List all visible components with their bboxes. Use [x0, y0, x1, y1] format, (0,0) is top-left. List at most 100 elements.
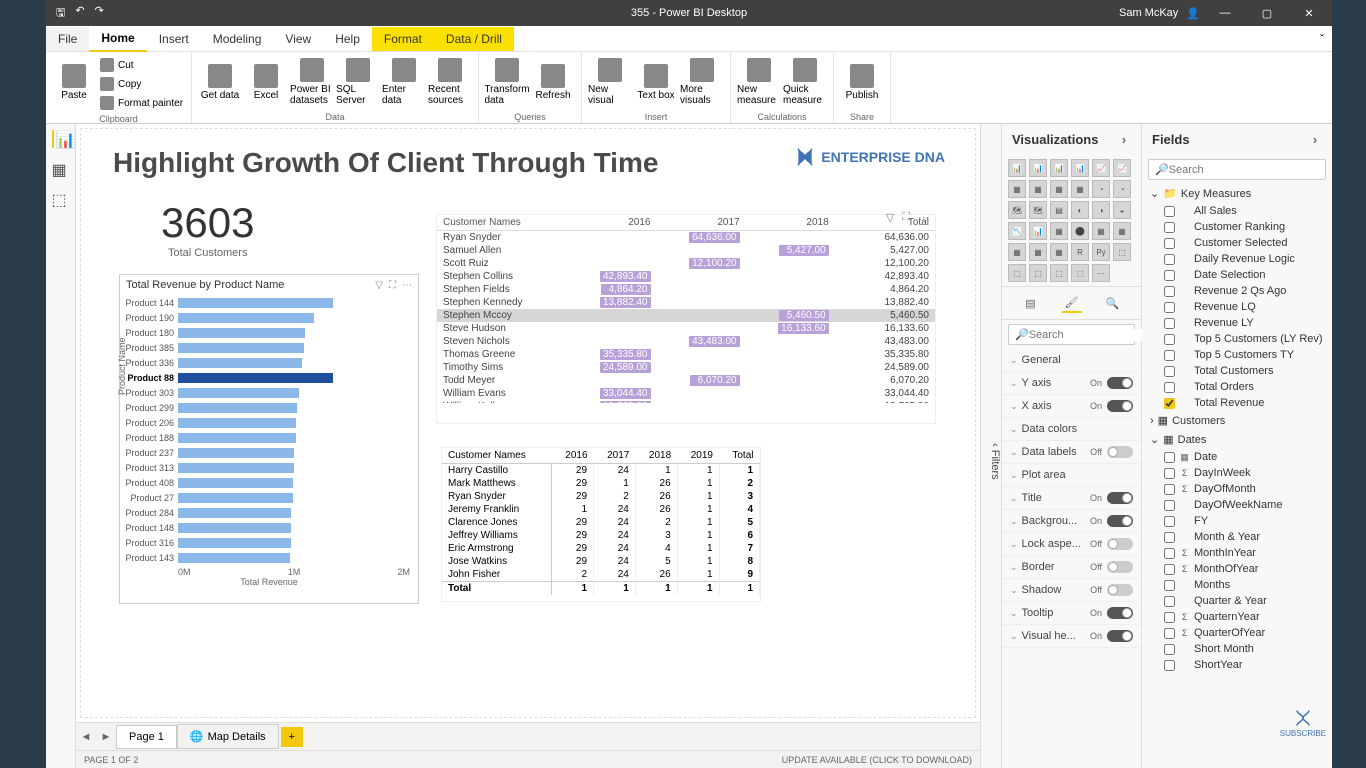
bar-row[interactable]: Product 284 — [178, 505, 410, 520]
table-row[interactable]: Todd Meyer6,070.206,070.20 — [437, 374, 935, 387]
field-total-orders[interactable]: Total Orders — [1142, 379, 1332, 395]
more-icon[interactable]: ⋯ — [402, 280, 412, 291]
paste-button[interactable]: Paste — [52, 54, 96, 110]
chevron-right-icon[interactable]: › — [1117, 132, 1131, 147]
page-tab-2[interactable]: 🌐Map Details — [177, 724, 279, 749]
tab-datadrill[interactable]: Data / Drill — [434, 27, 514, 51]
field-table-dates[interactable]: ⌄▦Dates — [1142, 430, 1332, 449]
table-row[interactable]: Thomas Greene35,335.8035,335.80 — [437, 348, 935, 361]
table-row[interactable]: Stephen Mccoy5,460.505,460.50 — [437, 309, 935, 322]
toggle-yaxis[interactable] — [1107, 377, 1133, 389]
focus-icon[interactable]: ⛶ — [389, 280, 396, 291]
col-header[interactable]: 2017 — [657, 215, 746, 231]
table-row[interactable]: Stephen Kennedy13,882.4013,882.40 — [437, 296, 935, 309]
focus-icon[interactable]: ⛶ — [902, 211, 910, 224]
viz-type-33[interactable]: ⬚ — [1071, 264, 1089, 282]
sql-server-button[interactable]: SQL Server — [336, 54, 380, 110]
table-row[interactable]: Stephen Fields4,864.204,864.20 — [437, 283, 935, 296]
field-checkbox[interactable] — [1164, 612, 1175, 623]
viz-type-1[interactable]: 📊 — [1029, 159, 1047, 177]
add-page-button[interactable]: + — [281, 727, 303, 747]
toggle-xaxis[interactable] — [1107, 400, 1133, 412]
viz-type-4[interactable]: 📈 — [1092, 159, 1110, 177]
undo-icon[interactable]: ↶ — [75, 4, 84, 23]
col-header[interactable]: 2018 — [746, 215, 835, 231]
bar-row[interactable]: Product 143 — [178, 550, 410, 565]
chevron-right-icon[interactable]: › — [1308, 132, 1322, 147]
field-customer-ranking[interactable]: Customer Ranking — [1142, 219, 1332, 235]
enter-data-button[interactable]: Enter data — [382, 54, 426, 110]
toggle-visualheader[interactable] — [1107, 630, 1133, 642]
model-view-icon[interactable]: ⬚ — [52, 190, 70, 208]
viz-type-3[interactable]: 📊 — [1071, 159, 1089, 177]
field-quarterofyear[interactable]: ΣQuarterOfYear — [1142, 625, 1332, 641]
user-avatar-icon[interactable]: 👤 — [1186, 7, 1200, 20]
recent-sources-button[interactable]: Recent sources — [428, 54, 472, 110]
tab-insert[interactable]: Insert — [147, 27, 201, 51]
bar-row[interactable]: Product 88 — [178, 370, 410, 385]
bar-row[interactable]: Product 313 — [178, 460, 410, 475]
report-canvas[interactable]: Highlight Growth Of Client Through Time … — [80, 128, 976, 718]
table-row[interactable]: John Fisher2242619 — [442, 568, 760, 582]
bar-row[interactable]: Product 148 — [178, 520, 410, 535]
refresh-button[interactable]: Refresh — [531, 54, 575, 110]
table-row[interactable]: Stephen Collins42,893.4042,893.40 — [437, 270, 935, 283]
field-checkbox[interactable] — [1164, 398, 1175, 409]
table-row[interactable]: William Evans33,044.4033,044.40 — [437, 387, 935, 400]
bar-row[interactable]: Product 180 — [178, 325, 410, 340]
card-visual[interactable]: 3603 Total Customers — [161, 199, 254, 259]
field-checkbox[interactable] — [1164, 286, 1175, 297]
field-daily-revenue-logic[interactable]: Daily Revenue Logic — [1142, 251, 1332, 267]
viz-type-26[interactable]: ▦ — [1050, 243, 1068, 261]
cut-button[interactable]: Cut — [98, 56, 185, 74]
field-checkbox[interactable] — [1164, 580, 1175, 591]
viz-type-2[interactable]: 📊 — [1050, 159, 1068, 177]
field-top-5-customers-ty[interactable]: Top 5 Customers TY — [1142, 347, 1332, 363]
page-next[interactable]: ► — [96, 731, 116, 743]
viz-type-22[interactable]: ▦ — [1092, 222, 1110, 240]
viz-type-28[interactable]: Py — [1092, 243, 1110, 261]
table-row[interactable]: Steve Hudson16,133.6016,133.60 — [437, 322, 935, 335]
format-lockaspect[interactable]: ⌄Lock aspe...Off — [1002, 533, 1141, 556]
close-button[interactable]: ✕ — [1292, 0, 1326, 26]
bar-row[interactable]: Product 144 — [178, 295, 410, 310]
table-row[interactable]: Samuel Allen5,427.005,427.00 — [437, 244, 935, 257]
field-short-month[interactable]: Short Month — [1142, 641, 1332, 657]
excel-button[interactable]: Excel — [244, 54, 288, 110]
toggle-shadow[interactable] — [1107, 584, 1133, 596]
viz-type-16[interactable]: ◑ — [1092, 201, 1110, 219]
table-row[interactable]: William Kelley19,765.0019,765.00 — [437, 400, 935, 403]
format-visualheader[interactable]: ⌄Visual he...On — [1002, 625, 1141, 648]
pbi-datasets-button[interactable]: Power BI datasets — [290, 54, 334, 110]
viz-type-15[interactable]: ◐ — [1071, 201, 1089, 219]
tab-home[interactable]: Home — [89, 26, 146, 52]
format-datalabels[interactable]: ⌄Data labelsOff — [1002, 441, 1141, 464]
viz-type-23[interactable]: ▦ — [1113, 222, 1131, 240]
field-checkbox[interactable] — [1164, 660, 1175, 671]
viz-type-6[interactable]: ▦ — [1008, 180, 1026, 198]
tab-file[interactable]: File — [46, 27, 89, 51]
viz-type-34[interactable]: ⋯ — [1092, 264, 1110, 282]
get-data-button[interactable]: Get data — [198, 54, 242, 110]
toggle-border[interactable] — [1107, 561, 1133, 573]
field-checkbox[interactable] — [1164, 350, 1175, 361]
format-tool-icon[interactable]: 🖌 — [1062, 293, 1082, 313]
redo-icon[interactable]: ↷ — [95, 4, 104, 23]
field-checkbox[interactable] — [1164, 500, 1175, 511]
col-header[interactable]: Customer Names — [437, 215, 567, 231]
field-checkbox[interactable] — [1164, 452, 1175, 463]
col-header[interactable]: 2018 — [635, 448, 677, 464]
field-revenue-lq[interactable]: Revenue LQ — [1142, 299, 1332, 315]
bar-chart-visual[interactable]: Total Revenue by Product Name ▽ ⛶ ⋯ Prod… — [119, 274, 419, 604]
quick-measure-button[interactable]: Quick measure — [783, 54, 827, 110]
viz-type-17[interactable]: ◒ — [1113, 201, 1131, 219]
col-header[interactable]: Total — [719, 448, 760, 464]
field-shortyear[interactable]: ShortYear — [1142, 657, 1332, 673]
fields-search-input[interactable] — [1169, 164, 1319, 176]
viz-type-13[interactable]: 🗺 — [1029, 201, 1047, 219]
format-background[interactable]: ⌄Backgrou...On — [1002, 510, 1141, 533]
field-dayofmonth[interactable]: ΣDayOfMonth — [1142, 481, 1332, 497]
field-checkbox[interactable] — [1164, 628, 1175, 639]
field-months[interactable]: Months — [1142, 577, 1332, 593]
field-checkbox[interactable] — [1164, 222, 1175, 233]
